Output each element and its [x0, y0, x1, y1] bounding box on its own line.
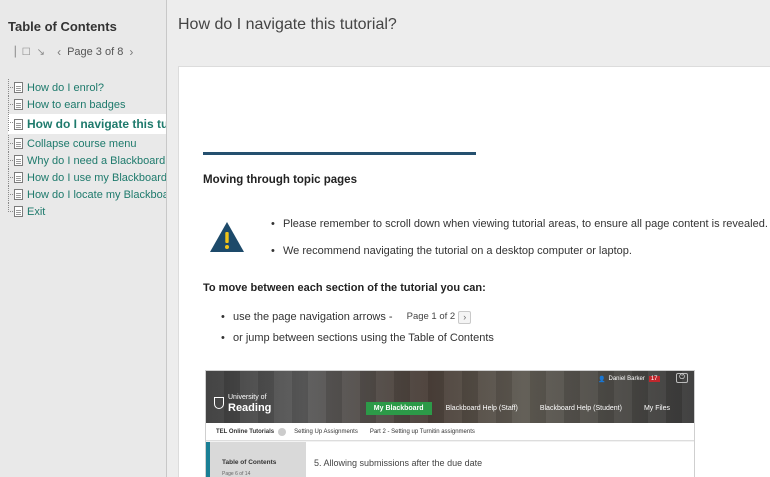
page-icon [14, 172, 23, 183]
toc-item-label: How to earn badges [27, 98, 126, 111]
toc-item-navigate[interactable]: How do I navigate this tutorial? [8, 114, 166, 134]
nav-methods-list: use the page navigation arrows - Page 1 … [219, 309, 494, 351]
notification-badge: 17 [648, 376, 660, 382]
screenshot-body: Table of Contents Page 6 of 14 5. Allowi… [206, 442, 694, 477]
power-icon: ⏻ [676, 373, 688, 383]
screenshot-toc-pager: Page 6 of 14 [222, 471, 251, 477]
page-icon [14, 189, 23, 200]
tree-tick [8, 177, 13, 178]
user-icon: 👤 [598, 376, 606, 383]
toc-item-label: Collapse course menu [27, 137, 137, 150]
nav-method-label: use the page navigation arrows - [233, 311, 393, 323]
user-name: Daniel Barker [608, 376, 645, 382]
toc-item-collapse-menu[interactable]: Collapse course menu [8, 135, 166, 152]
next-page-button[interactable]: › [129, 45, 133, 59]
chevron-right-icon: › [458, 310, 472, 324]
screenshot-toc: Table of Contents Page 6 of 14 [206, 442, 306, 477]
crumb: Setting Up Assignments [294, 428, 358, 435]
toc-item-label: How do I locate my Blackboard... [27, 188, 166, 201]
toc-pager: ▕ ☐ ↘ ‹ Page 3 of 8 › [8, 44, 139, 60]
tip-scroll: Please remember to scroll down when view… [269, 216, 768, 233]
tree-tick [8, 104, 13, 105]
page-icon [14, 118, 23, 130]
content-panel: Moving through topic pages Please rememb… [178, 66, 770, 477]
toc-item-label: How do I navigate this tutorial? [27, 117, 166, 131]
toc-item-why-blackboard[interactable]: Why do I need a Blackboard... [8, 152, 167, 169]
screenshot-nav-item: My Blackboard [365, 401, 432, 415]
page-icon [14, 155, 23, 166]
page-title: How do I navigate this tutorial? [178, 16, 397, 33]
screenshot-nav: My Blackboard Blackboard Help (Staff) Bl… [206, 399, 694, 417]
expand-icon[interactable]: ☐ [22, 47, 31, 58]
warning-icon [210, 222, 244, 252]
toc-item-label: Exit [27, 205, 46, 218]
tip-desktop: We recommend navigating the tutorial on … [269, 243, 768, 260]
page-icon [14, 82, 23, 93]
nav-method-arrows: use the page navigation arrows - Page 1 … [219, 309, 494, 325]
example-pager: Page 1 of 2 › [407, 309, 472, 325]
toc-item-label: How do I enrol? [27, 81, 105, 94]
crumb-circle-icon [278, 427, 287, 436]
screenshot-page: 5. Allowing submissions after the due da… [306, 442, 694, 477]
nav-method-label: or jump between sections using the Table… [233, 332, 494, 344]
section-rule [203, 152, 476, 155]
toc-item-locate-blackboard[interactable]: How do I locate my Blackboard... [8, 186, 166, 203]
sync-icon[interactable]: ↘ [37, 47, 45, 58]
nav-method-toc: or jump between sections using the Table… [219, 330, 494, 346]
tips-list: Please remember to scroll down when view… [269, 216, 768, 270]
subheading: To move between each section of the tuto… [203, 282, 486, 294]
toc-item-enrol[interactable]: How do I enrol? [8, 79, 166, 96]
toc-item-exit[interactable]: Exit [8, 203, 166, 220]
tree-tick [8, 211, 13, 212]
screenshot-user: 👤 Daniel Barker 17 [598, 374, 660, 384]
example-screenshot: University of Reading 👤 Daniel Barker 17… [205, 370, 695, 477]
screenshot-step-title: 5. Allowing submissions after the due da… [314, 458, 483, 468]
section-heading: Moving through topic pages [203, 174, 357, 186]
screenshot-breadcrumb: TEL Online Tutorials Setting Up Assignme… [206, 423, 694, 441]
screenshot-nav-item: Blackboard Help (Staff) [445, 404, 518, 412]
toc-item-label: How do I use my Blackboard... [27, 171, 167, 184]
page-icon [14, 206, 23, 217]
sidebar: Table of Contents ▕ ☐ ↘ ‹ Page 3 of 8 › … [0, 0, 167, 477]
tree-tick [8, 160, 13, 161]
tree-tick [8, 122, 13, 123]
screenshot-nav-item: My Files [643, 404, 670, 412]
example-page-indicator: Page 1 of 2 [406, 311, 456, 322]
toc-list: How do I enrol? How to earn badges How d… [8, 79, 167, 220]
screenshot-nav-item: Blackboard Help (Student) [539, 404, 622, 412]
toc-title: Table of Contents [8, 19, 117, 34]
page-icon [14, 138, 23, 149]
crumb: TEL Online Tutorials [216, 428, 275, 435]
page-icon [14, 99, 23, 110]
tree-tick [8, 143, 13, 144]
crumb: Part 2 - Setting up Turnitin assignments [369, 428, 475, 435]
main-area: How do I navigate this tutorial? Moving … [167, 0, 770, 477]
toc-item-badges[interactable]: How to earn badges [8, 96, 166, 113]
tree-tick [8, 194, 13, 195]
tree-tick [8, 87, 13, 88]
toc-item-use-blackboard[interactable]: How do I use my Blackboard... [8, 169, 167, 186]
collapse-all-icon[interactable]: ▕ [8, 47, 16, 58]
page-indicator: Page 3 of 8 [67, 46, 124, 58]
prev-page-button[interactable]: ‹ [57, 45, 61, 59]
toc-item-label: Why do I need a Blackboard... [27, 154, 167, 167]
screenshot-toc-title: Table of Contents [222, 459, 277, 466]
